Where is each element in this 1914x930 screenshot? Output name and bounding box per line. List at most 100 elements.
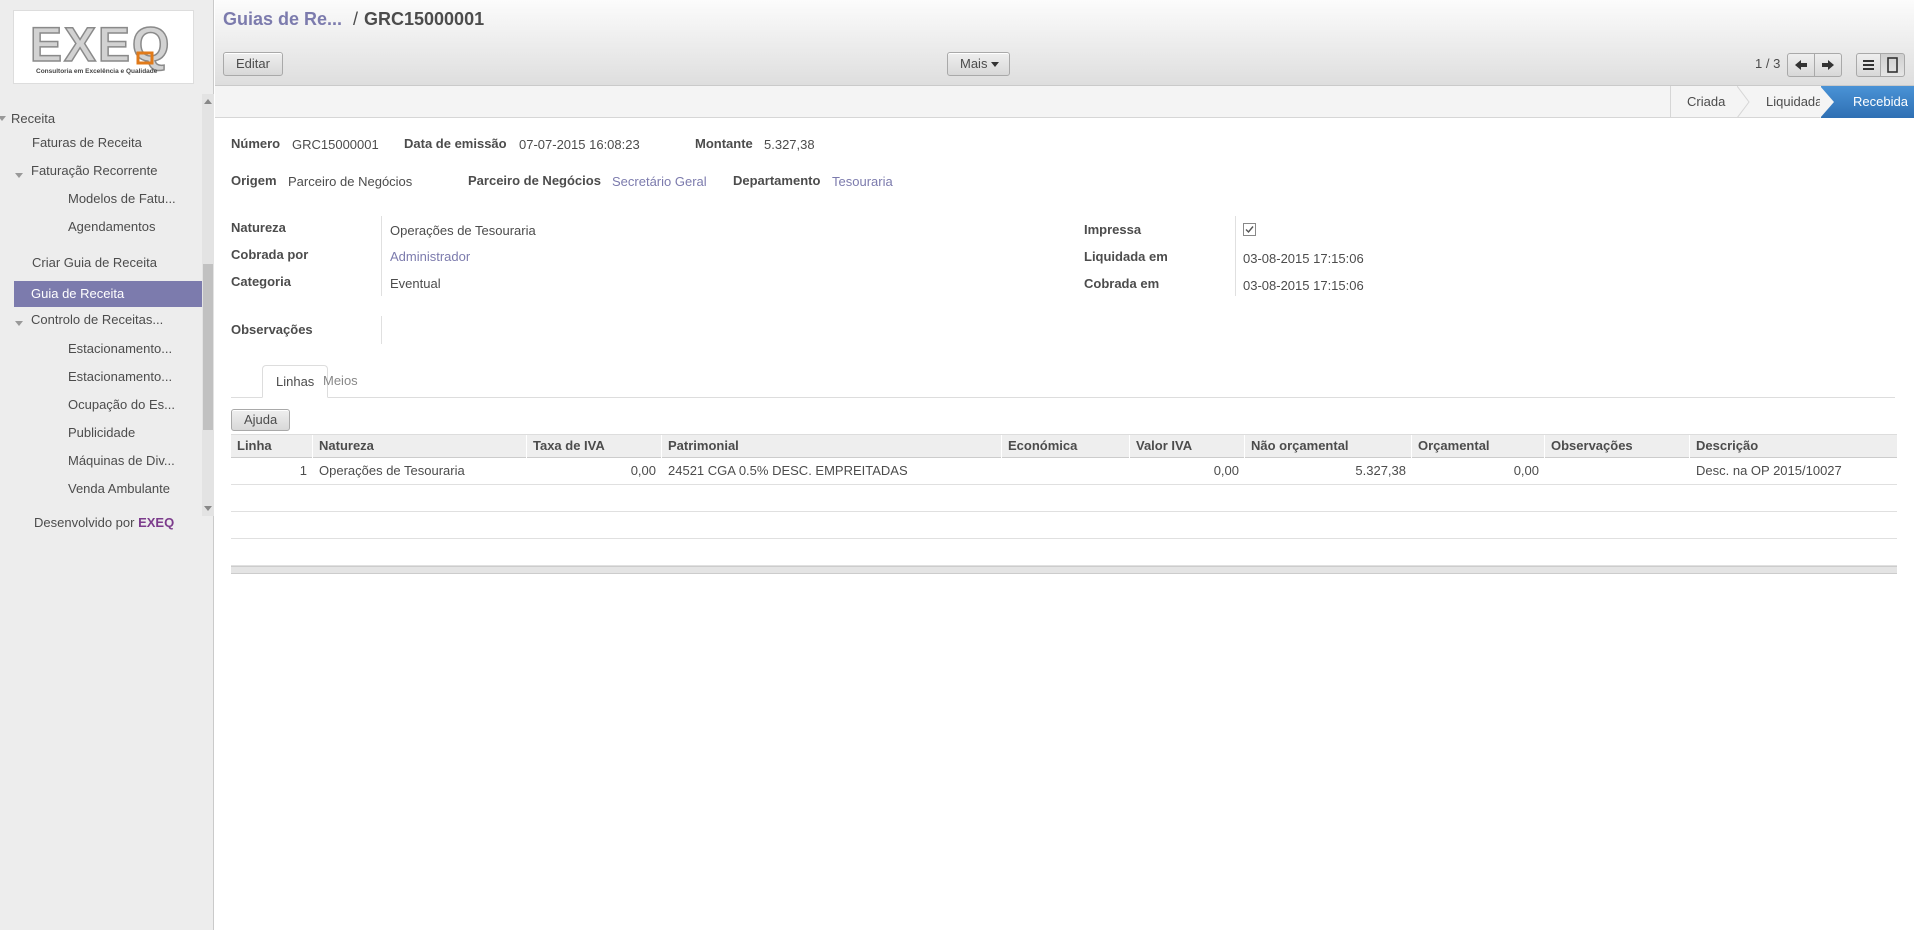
column-header-patrimonial[interactable]: Patrimonial [662, 435, 1002, 458]
numero-value: GRC15000001 [292, 137, 379, 152]
more-button-label: Mais [960, 56, 988, 71]
pager-next-button[interactable] [1814, 53, 1842, 77]
notebook-tabs: Linhas Meios [231, 365, 1895, 398]
origem-value: Parceiro de Negócios [288, 174, 413, 189]
breadcrumb-separator: / [353, 9, 359, 29]
menu-item-estacionamento-1[interactable]: Estacionamento... [68, 336, 172, 362]
status-bar: Criada Liquidada Recebida [215, 86, 1914, 118]
menu-item-maquinas-de-diversao[interactable]: Máquinas de Div... [68, 448, 175, 474]
menu-item-faturas-de-receita[interactable]: Faturas de Receita [32, 130, 142, 156]
stage-criada[interactable]: Criada [1670, 86, 1738, 118]
field-divider [381, 316, 382, 344]
cobrada-por-link[interactable]: Administrador [390, 249, 470, 264]
expand-caret-icon[interactable] [0, 116, 6, 121]
column-header-nao-orcamental[interactable]: Não orçamental [1245, 435, 1412, 458]
column-header-natureza[interactable]: Natureza [313, 435, 527, 458]
menu-item-controlo-de-receitas[interactable]: Controlo de Receitas... [31, 307, 163, 333]
form-view-button[interactable] [1880, 53, 1905, 77]
powered-by-footer: Desenvolvido por EXEQ [34, 515, 174, 530]
menu-item-ocupacao-do-espaco[interactable]: Ocupação do Es... [68, 392, 175, 418]
parceiro-link[interactable]: Secretário Geral [612, 174, 707, 189]
menu-item-guia-de-receita[interactable]: Guia de Receita [14, 281, 202, 307]
data-emissao-label: Data de emissão [404, 136, 507, 151]
origem-label: Origem [231, 173, 277, 188]
breadcrumb-current: GRC15000001 [364, 9, 485, 29]
parceiro-label: Parceiro de Negócios [468, 173, 601, 188]
departamento-link[interactable]: Tesouraria [832, 174, 893, 189]
menu-item-modelos-de-fatura[interactable]: Modelos de Fatu... [68, 186, 176, 212]
list-view-button[interactable] [1856, 53, 1881, 77]
observacoes-label: Observações [231, 322, 313, 337]
svg-text:Consultoria em Excelência e Qu: Consultoria em Excelência e Qualidade [36, 68, 158, 75]
table-header: Linha Natureza Taxa de IVA Patrimonial E… [231, 434, 1897, 458]
table-footer [231, 566, 1897, 574]
scrollbar-thumb[interactable] [203, 264, 213, 430]
liquidada-em-label: Liquidada em [1084, 249, 1168, 264]
menu-item-faturacao-recorrente[interactable]: Faturação Recorrente [31, 158, 157, 184]
column-header-taxa-iva[interactable]: Taxa de IVA [527, 435, 662, 458]
field-divider [1235, 216, 1236, 296]
cobrada-por-label: Cobrada por [231, 247, 309, 262]
breadcrumb-parent-link[interactable]: Guias de Re... [223, 9, 342, 30]
sidebar-menu: Receita Faturas de Receita Faturação Rec… [0, 106, 202, 516]
field-divider [381, 216, 382, 296]
cell-natureza: Operações de Tesouraria [319, 463, 465, 478]
expand-caret-icon[interactable] [15, 173, 23, 178]
edit-button[interactable]: Editar [223, 52, 283, 76]
numero-label: Número [231, 136, 281, 151]
sidebar: EXEQ Consultoria em Excelência e Qualida… [0, 0, 214, 930]
menu-item-agendamentos[interactable]: Agendamentos [68, 214, 155, 240]
column-header-valor-iva[interactable]: Valor IVA [1130, 435, 1245, 458]
table-row[interactable]: 1 Operações de Tesouraria 0,00 24521 CGA… [231, 458, 1897, 485]
empty-table-row [231, 512, 1897, 539]
column-header-orcamental[interactable]: Orçamental [1412, 435, 1545, 458]
impressa-checkbox-checked-icon [1243, 223, 1256, 236]
cell-orcamental: 0,00 [1513, 463, 1539, 478]
arrow-left-icon [1795, 60, 1807, 70]
data-emissao-value: 07-07-2015 16:08:23 [519, 137, 640, 152]
more-dropdown-button[interactable]: Mais [947, 52, 1011, 76]
menu-item-venda-ambulante[interactable]: Venda Ambulante [68, 476, 170, 502]
form-view-icon [1887, 57, 1898, 73]
company-logo[interactable]: EXEQ Consultoria em Excelência e Qualida… [13, 10, 194, 84]
cell-linha: 1 [299, 463, 307, 478]
cell-nao-orcamental: 5.327,38 [1355, 463, 1406, 478]
column-header-linha[interactable]: Linha [231, 435, 313, 458]
pager-previous-button[interactable] [1787, 53, 1815, 77]
control-panel-header: Guias de Re... / GRC15000001 Editar Mais… [215, 0, 1914, 86]
impressa-label: Impressa [1084, 222, 1142, 237]
pager-value: 1 / 3 [1755, 56, 1781, 71]
menu-item-receita[interactable]: Receita [11, 106, 55, 132]
powered-by-text: Desenvolvido por [34, 515, 139, 530]
cobrada-em-value: 03-08-2015 17:15:06 [1243, 278, 1364, 293]
list-view-icon [1863, 60, 1874, 70]
main-content: Guias de Re... / GRC15000001 Editar Mais… [215, 0, 1914, 930]
stage-chevron-icon [1820, 86, 1834, 118]
powered-by-brand-link[interactable]: EXEQ [138, 515, 174, 530]
menu-item-publicidade[interactable]: Publicidade [68, 420, 135, 446]
column-header-descricao[interactable]: Descrição [1690, 435, 1897, 458]
natureza-value: Operações de Tesouraria [390, 223, 536, 238]
natureza-label: Natureza [231, 220, 286, 235]
categoria-label: Categoria [231, 274, 291, 289]
arrow-right-icon [1822, 60, 1834, 70]
cell-valor-iva: 0,00 [1213, 463, 1239, 478]
column-header-economica[interactable]: Económica [1002, 435, 1130, 458]
cell-patrimonial: 24521 CGA 0.5% DESC. EMPREITADAS [668, 463, 908, 478]
menu-item-estacionamento-2[interactable]: Estacionamento... [68, 364, 172, 390]
cell-economica [1002, 458, 1130, 485]
cobrada-em-label: Cobrada em [1084, 276, 1160, 291]
sidebar-scrollbar[interactable] [202, 94, 214, 516]
tab-meios[interactable]: Meios [310, 365, 371, 398]
cell-taxa-iva: 0,00 [630, 463, 656, 478]
help-button[interactable]: Ajuda [231, 409, 291, 431]
column-header-observacoes[interactable]: Observações [1545, 435, 1690, 458]
departamento-label: Departamento [733, 173, 821, 188]
montante-label: Montante [695, 136, 753, 151]
liquidada-em-value: 03-08-2015 17:15:06 [1243, 251, 1364, 266]
expand-caret-icon[interactable] [15, 321, 23, 326]
scroll-up-arrow-icon[interactable] [204, 99, 212, 104]
cell-descricao: Desc. na OP 2015/10027 [1696, 463, 1842, 478]
scroll-down-arrow-icon[interactable] [204, 506, 212, 511]
menu-item-criar-guia-de-receita[interactable]: Criar Guia de Receita [32, 250, 157, 276]
